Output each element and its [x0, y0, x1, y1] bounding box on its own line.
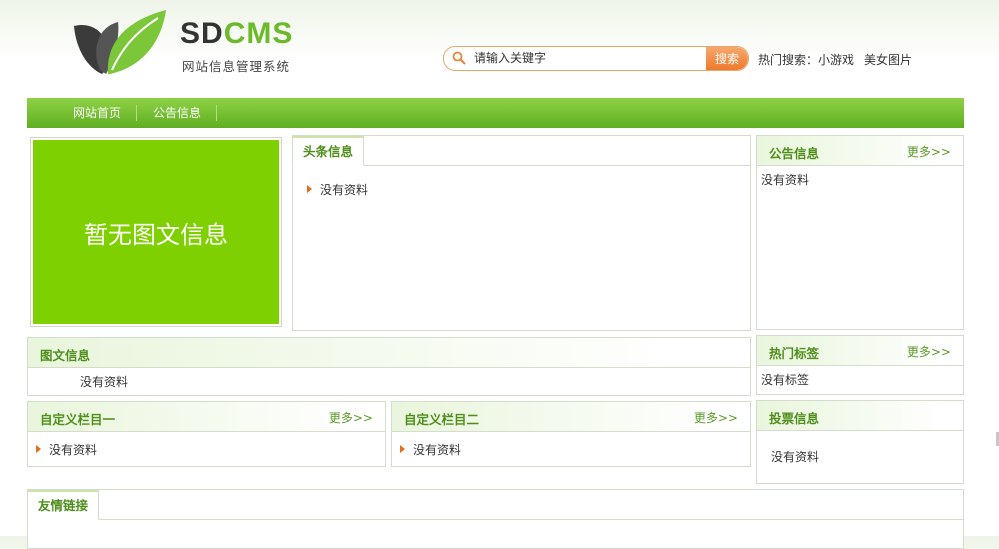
links-tab-bar: 友情链接 [27, 490, 963, 520]
nav-item-notice[interactable]: 公告信息 [137, 98, 218, 128]
tags-title: 热门标签 [769, 346, 820, 361]
search-icon [452, 51, 466, 65]
gallery-panel: 图文信息 没有资料 [27, 337, 751, 396]
tab-links[interactable]: 友情链接 [27, 490, 100, 520]
hot-search-item[interactable]: 美女图片 [864, 53, 912, 67]
tags-header: 热门标签 更多>> [757, 336, 963, 366]
custom1-header: 自定义栏目一 更多>> [28, 402, 385, 432]
featured-picture-empty: 暂无图文信息 [33, 140, 279, 324]
logo-brand-b: CMS [223, 17, 294, 50]
logo-brand-a: SD [180, 17, 224, 50]
logo-subtitle: 网站信息管理系统 [182, 59, 291, 74]
custom2-header: 自定义栏目二 更多>> [392, 402, 750, 432]
custom2-title: 自定义栏目二 [404, 412, 480, 427]
headline-tab-bar: 头条信息 [292, 136, 750, 166]
tab-headline[interactable]: 头条信息 [292, 136, 365, 166]
headline-panel: 头条信息 没有资料 [292, 135, 751, 331]
vote-title: 投票信息 [769, 411, 820, 426]
tags-more-link[interactable]: 更多>> [907, 343, 951, 360]
list-item[interactable]: 没有资料 [400, 441, 461, 458]
hot-search-label: 热门搜索： [758, 53, 819, 67]
vote-header: 投票信息 [757, 401, 963, 431]
notice-empty: 没有资料 [761, 173, 810, 187]
featured-picture: 暂无图文信息 [30, 137, 282, 327]
custom2-panel: 自定义栏目二 更多>> 没有资料 [391, 401, 751, 467]
gallery-header: 图文信息 [28, 338, 750, 368]
notice-more-link[interactable]: 更多>> [907, 143, 951, 160]
vote-panel: 投票信息 没有资料 [756, 400, 964, 484]
custom1-title: 自定义栏目一 [40, 412, 116, 427]
search-input[interactable] [474, 49, 704, 67]
hot-search: 热门搜索：小游戏 美女图片 [758, 51, 912, 68]
notice-header: 公告信息 更多>> [757, 136, 963, 166]
custom1-panel: 自定义栏目一 更多>> 没有资料 [27, 401, 386, 467]
search-box: 搜索 [443, 46, 749, 71]
hot-search-item[interactable]: 小游戏 [818, 53, 854, 67]
notice-panel: 公告信息 更多>> 没有资料 [756, 135, 964, 330]
links-panel: 友情链接 [27, 489, 964, 549]
notice-title: 公告信息 [769, 146, 820, 161]
list-item[interactable]: 没有资料 [307, 181, 368, 198]
gallery-empty: 没有资料 [80, 375, 129, 389]
custom1-more-link[interactable]: 更多>> [329, 409, 373, 426]
logo-leaf-icon [74, 10, 166, 75]
vote-empty: 没有资料 [771, 450, 820, 464]
logo-text: SDCMS [180, 18, 293, 50]
tags-panel: 热门标签 更多>> 没有标签 [756, 335, 964, 395]
search-button[interactable]: 搜索 [706, 47, 748, 70]
main-nav: 网站首页 公告信息 [27, 98, 964, 128]
list-item[interactable]: 没有资料 [36, 441, 97, 458]
nav-item-home[interactable]: 网站首页 [57, 98, 138, 128]
tags-empty: 没有标签 [761, 373, 810, 387]
gallery-title: 图文信息 [40, 348, 91, 363]
custom2-more-link[interactable]: 更多>> [694, 409, 738, 426]
